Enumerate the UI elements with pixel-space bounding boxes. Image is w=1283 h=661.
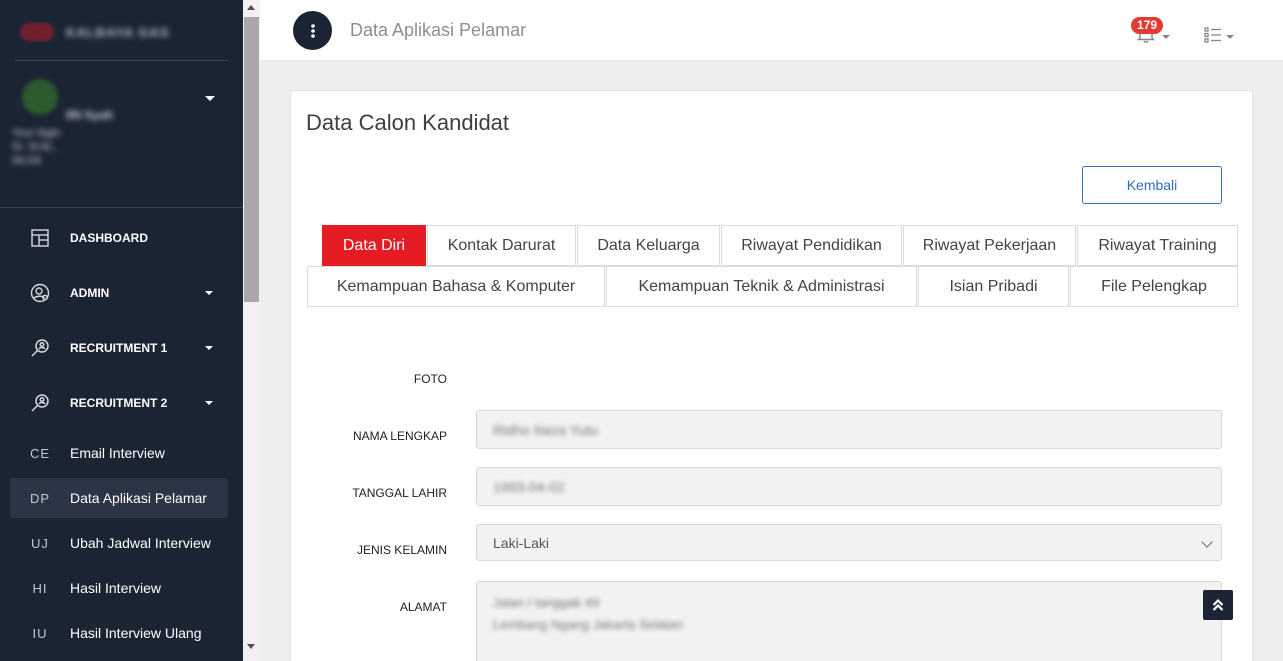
subitem-label: Data Aplikasi Pelamar bbox=[70, 490, 207, 506]
tanggal-lahir-label: TANGGAL LAHIR bbox=[352, 486, 447, 500]
chevron-down-icon bbox=[205, 346, 213, 350]
user-panel[interactable]: IIN Syah Your lógin Si. St.fd., lW.Gll bbox=[0, 62, 243, 207]
search-person-icon bbox=[10, 393, 70, 413]
avatar bbox=[22, 79, 58, 115]
search-person-icon bbox=[10, 338, 70, 358]
sidebar-subitem-email-interview[interactable]: CE Email Interview bbox=[10, 433, 228, 473]
dashboard-icon bbox=[10, 229, 70, 247]
sidebar-item-admin[interactable]: ADMIN bbox=[10, 273, 228, 313]
tab-riwayat-pekerjaan[interactable]: Riwayat Pekerjaan bbox=[903, 225, 1076, 266]
chevron-down-icon bbox=[205, 401, 213, 405]
foto-label: FOTO bbox=[413, 372, 447, 386]
sidebar-scrollbar[interactable] bbox=[243, 0, 260, 661]
brand-text: KALBAYA GAS bbox=[66, 24, 170, 40]
subitem-abbr: IU bbox=[32, 625, 48, 641]
sidebar: KALBAYA GAS IIN Syah Your lógin Si. St.… bbox=[0, 0, 260, 661]
tab-data-keluarga[interactable]: Data Keluarga bbox=[577, 225, 720, 266]
subitem-label: Hasil Interview Ulang bbox=[70, 625, 202, 641]
sidebar-divider bbox=[15, 60, 228, 61]
tab-riwayat-pendidikan[interactable]: Riwayat Pendidikan bbox=[721, 225, 902, 266]
subitem-abbr: CE bbox=[29, 445, 51, 461]
sidebar-item-dashboard[interactable]: DASHBOARD bbox=[10, 218, 228, 258]
scroll-down-icon[interactable] bbox=[247, 644, 255, 649]
user-info: Your lógin Si. St.fd., lW.Gll bbox=[12, 127, 61, 167]
menu-toggle-button[interactable] bbox=[293, 11, 332, 50]
sidebar-item-label: ADMIN bbox=[70, 286, 110, 300]
tanggal-lahir-value: 1993-04-02 bbox=[493, 478, 565, 495]
jenis-kelamin-select[interactable]: Laki-Laki bbox=[476, 524, 1222, 561]
alamat-line: Jalan I tanggak 49 bbox=[493, 595, 600, 610]
user-gear-icon bbox=[10, 283, 70, 303]
tab-kemampuan-bahasa-komputer[interactable]: Kemampuan Bahasa & Komputer bbox=[307, 266, 605, 307]
subitem-label: Email Interview bbox=[70, 445, 165, 461]
tab-riwayat-training[interactable]: Riwayat Training bbox=[1077, 225, 1238, 266]
chevron-down-icon bbox=[1201, 536, 1213, 548]
tab-isian-pribadi[interactable]: Isian Pribadi bbox=[918, 266, 1069, 307]
user-name: IIN Syah bbox=[66, 108, 114, 122]
tanggal-lahir-field[interactable]: 1993-04-02 bbox=[476, 467, 1222, 506]
double-chevron-up-icon bbox=[1212, 598, 1224, 611]
sidebar-item-recruitment-2[interactable]: RECRUITMENT 2 bbox=[10, 383, 228, 423]
chevron-down-icon bbox=[205, 291, 213, 295]
chevron-down-icon[interactable] bbox=[205, 96, 215, 101]
nama-label: NAMA LENGKAP bbox=[352, 429, 447, 443]
page-title: Data Aplikasi Pelamar bbox=[350, 20, 527, 40]
subitem-abbr: UJ bbox=[31, 535, 49, 551]
list-icon[interactable] bbox=[1204, 27, 1222, 43]
notification-badge: 179 bbox=[1131, 17, 1163, 34]
scrollbar-thumb[interactable] bbox=[244, 17, 259, 302]
chevron-down-icon[interactable] bbox=[1162, 35, 1170, 39]
sidebar-subitem-hasil-interview-ulang[interactable]: IU Hasil Interview Ulang bbox=[10, 613, 228, 653]
tab-file-pelengkap[interactable]: File Pelengkap bbox=[1070, 266, 1238, 307]
jenis-kelamin-value: Laki-Laki bbox=[493, 534, 550, 551]
subitem-abbr: HI bbox=[32, 580, 48, 596]
subitem-label: Hasil Interview bbox=[70, 580, 162, 596]
jenis-kelamin-label: JENIS KELAMIN bbox=[356, 543, 447, 557]
brand[interactable]: KALBAYA GAS bbox=[20, 20, 169, 44]
alamat-textarea[interactable]: Jalan I tanggak 49 Lembang Ngang Jakarta… bbox=[476, 581, 1222, 661]
sidebar-subitem-data-aplikasi-pelamar[interactable]: DP Data Aplikasi Pelamar bbox=[10, 478, 228, 518]
sidebar-item-label: DASHBOARD bbox=[70, 231, 148, 245]
sidebar-item-label: RECRUITMENT 2 bbox=[70, 396, 168, 410]
subitem-label: Ubah Jadwal Interview bbox=[70, 535, 211, 551]
card-title: Data Calon Kandidat bbox=[306, 110, 510, 135]
sidebar-subitem-hasil-interview[interactable]: HI Hasil Interview bbox=[10, 568, 228, 608]
more-vertical-icon bbox=[310, 23, 315, 38]
alamat-line: Lembang Ngang Jakarta Selatan bbox=[493, 617, 684, 632]
nama-field[interactable]: Ridho Ilaiza Yutu bbox=[476, 410, 1222, 449]
scroll-up-icon[interactable] bbox=[247, 5, 255, 10]
scroll-to-top-button[interactable] bbox=[1203, 590, 1233, 620]
sidebar-item-label: RECRUITMENT 1 bbox=[70, 341, 168, 355]
brand-logo-icon bbox=[20, 23, 54, 41]
alamat-label: ALAMAT bbox=[399, 600, 447, 614]
topbar: Data Aplikasi Pelamar 179 bbox=[260, 0, 1283, 61]
nama-value: Ridho Ilaiza Yutu bbox=[493, 421, 598, 438]
candidate-card: Data Calon Kandidat Kembali Data Diri Ko… bbox=[290, 90, 1253, 661]
sidebar-subitem-ubah-jadwal-interview[interactable]: UJ Ubah Jadwal Interview bbox=[10, 523, 228, 563]
tab-kemampuan-teknik-administrasi[interactable]: Kemampuan Teknik & Administrasi bbox=[606, 266, 917, 307]
subitem-abbr: DP bbox=[29, 490, 51, 506]
back-button[interactable]: Kembali bbox=[1082, 166, 1222, 204]
sidebar-divider bbox=[0, 207, 243, 208]
tab-data-diri[interactable]: Data Diri bbox=[322, 225, 426, 266]
tab-kontak-darurat[interactable]: Kontak Darurat bbox=[427, 225, 576, 266]
chevron-down-icon[interactable] bbox=[1226, 35, 1234, 39]
sidebar-item-recruitment-1[interactable]: RECRUITMENT 1 bbox=[10, 328, 228, 368]
